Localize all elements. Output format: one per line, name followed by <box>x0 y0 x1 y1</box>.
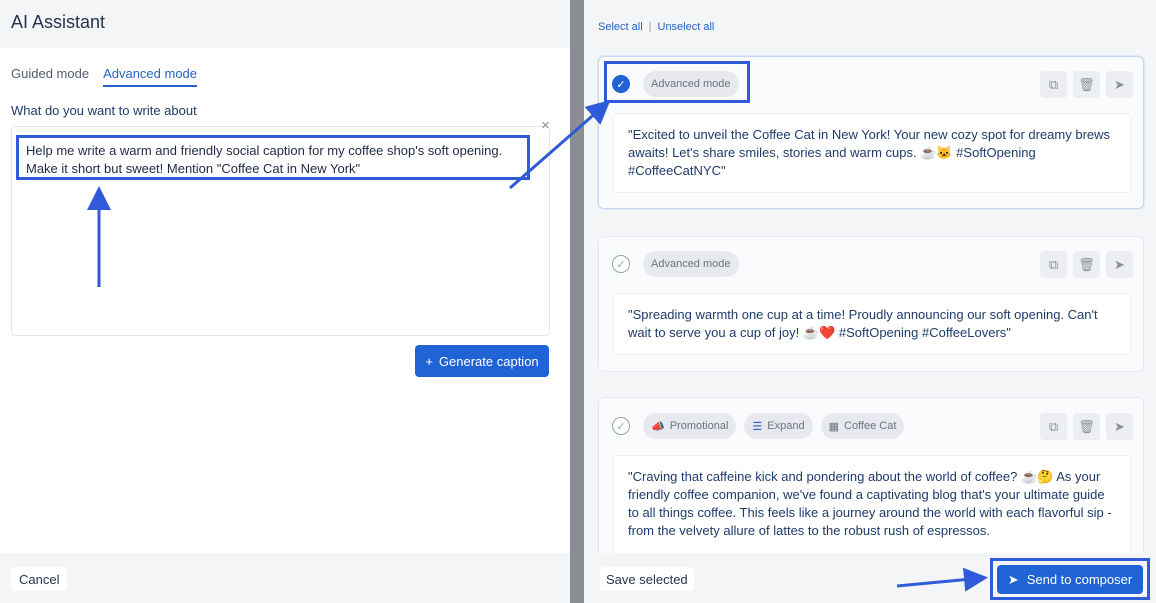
card-checkbox[interactable]: ✓ <box>612 417 630 435</box>
trash-icon[interactable]: 🗑 <box>1073 251 1100 278</box>
panel-header: AI Assistant <box>0 0 570 48</box>
plus-icon: + <box>425 353 433 369</box>
prompt-text[interactable]: Help me write a warm and friendly social… <box>26 142 536 178</box>
prompt-textarea[interactable]: Help me write a warm and friendly social… <box>11 126 550 336</box>
tag-label: Advanced mode <box>651 78 731 90</box>
save-selected-button[interactable]: Save selected <box>600 567 694 591</box>
card-tags: Advanced mode <box>643 71 739 97</box>
card-checkbox[interactable]: ✓ <box>612 75 630 93</box>
card-text: "Spreading warmth one cup at a time! Pro… <box>613 293 1131 355</box>
card-actions: ⧉ 🗑 ➤ <box>1040 71 1133 98</box>
megaphone-icon: 📣 <box>651 420 665 433</box>
tag-coffee-cat[interactable]: ▦ Coffee Cat <box>820 413 905 439</box>
separator: | <box>648 21 652 33</box>
card-tags: Advanced mode <box>643 251 739 277</box>
selection-links: Select all | Unselect all <box>598 21 714 33</box>
tag-label: Expand <box>767 420 805 432</box>
card-actions: ⧉ 🗑 ➤ <box>1040 413 1133 440</box>
unselect-all-link[interactable]: Unselect all <box>658 21 715 33</box>
card-tags: 📣 Promotional ☰ Expand ▦ Coffee Cat <box>643 413 905 439</box>
send-to-composer-label: Send to composer <box>1026 572 1133 587</box>
panel-divider[interactable] <box>570 0 584 603</box>
card-text: "Craving that caffeine kick and ponderin… <box>613 455 1131 568</box>
copy-icon[interactable]: ⧉ <box>1040 413 1067 440</box>
result-card: ✓ 📣 Promotional ☰ Expand ▦ Coffee Cat ⧉ … <box>598 397 1144 568</box>
trash-icon[interactable]: 🗑 <box>1073 71 1100 98</box>
card-text: "Excited to unveil the Coffee Cat in New… <box>613 113 1131 193</box>
copy-icon[interactable]: ⧉ <box>1040 251 1067 278</box>
send-icon[interactable]: ➤ <box>1106 413 1133 440</box>
generate-caption-label: Generate caption <box>438 353 539 369</box>
send-to-composer-button[interactable]: ➤ Send to composer <box>997 565 1143 594</box>
left-footer <box>0 553 570 603</box>
result-card: ✓ Advanced mode ⧉ 🗑 ➤ "Excited to unveil… <box>598 56 1144 209</box>
card-actions: ⧉ 🗑 ➤ <box>1040 251 1133 278</box>
tab-guided-mode[interactable]: Guided mode <box>11 66 89 87</box>
tab-advanced-mode[interactable]: Advanced mode <box>103 66 198 87</box>
tag-advanced-mode[interactable]: Advanced mode <box>643 71 739 97</box>
send-icon: ➤ <box>1007 571 1019 587</box>
results-panel: Select all | Unselect all ✓ Advanced mod… <box>584 0 1156 603</box>
clear-icon[interactable]: × <box>541 117 550 134</box>
trash-icon[interactable]: 🗑 <box>1073 413 1100 440</box>
mode-tabs: Guided mode Advanced mode <box>11 66 198 87</box>
send-icon[interactable]: ➤ <box>1106 251 1133 278</box>
building-icon: ▦ <box>828 420 839 433</box>
send-icon[interactable]: ➤ <box>1106 71 1133 98</box>
tag-expand[interactable]: ☰ Expand <box>744 413 813 439</box>
tag-promotional[interactable]: 📣 Promotional <box>643 413 737 439</box>
copy-icon[interactable]: ⧉ <box>1040 71 1067 98</box>
tag-advanced-mode[interactable]: Advanced mode <box>643 251 739 277</box>
ai-assistant-panel: AI Assistant Guided mode Advanced mode W… <box>0 0 570 603</box>
app-title: AI Assistant <box>11 12 106 32</box>
tag-label: Coffee Cat <box>844 420 897 432</box>
tag-label: Advanced mode <box>651 258 731 270</box>
result-card: ✓ Advanced mode ⧉ 🗑 ➤ "Spreading warmth … <box>598 236 1144 372</box>
select-all-link[interactable]: Select all <box>598 21 643 33</box>
generate-caption-button[interactable]: + Generate caption <box>415 345 549 377</box>
card-checkbox[interactable]: ✓ <box>612 255 630 273</box>
prompt-label: What do you want to write about <box>11 103 197 118</box>
tag-label: Promotional <box>669 420 729 432</box>
lines-icon: ☰ <box>752 420 763 433</box>
cancel-button[interactable]: Cancel <box>11 567 68 591</box>
